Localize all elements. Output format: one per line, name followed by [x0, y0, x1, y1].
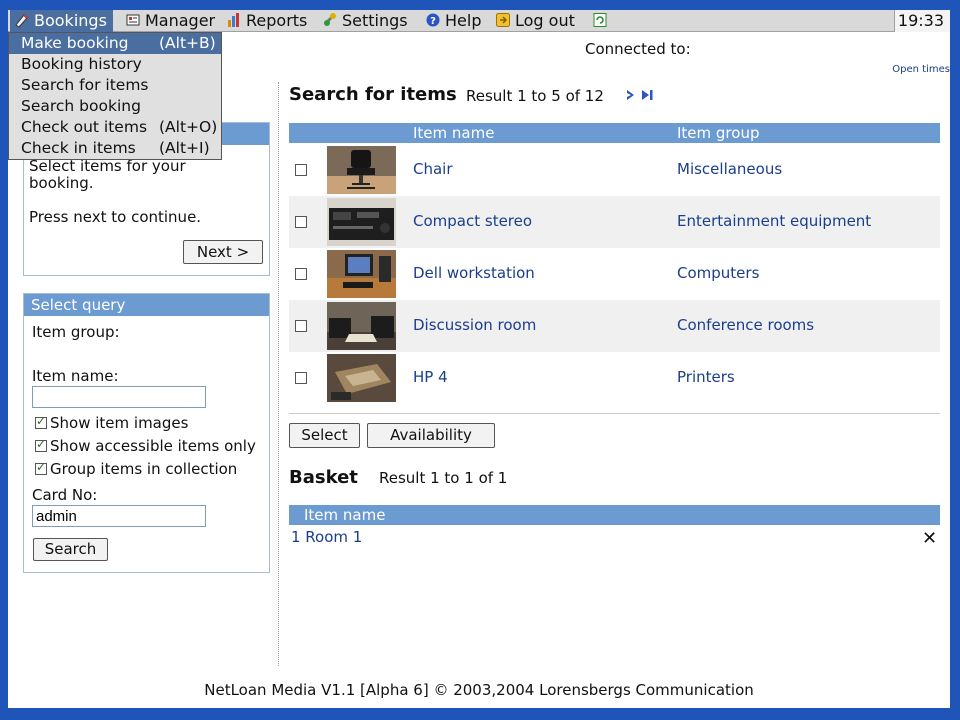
table-row: Dell workstation Computers — [289, 248, 940, 300]
app-window: Bookings Manager Reports Settings ? Help … — [8, 10, 950, 708]
next-page-icon[interactable] — [626, 89, 636, 101]
group-items-checkbox[interactable] — [35, 460, 47, 475]
select-button[interactable]: Select — [289, 423, 360, 448]
reports-icon — [228, 13, 239, 27]
menu-item-booking-history[interactable]: Booking history — [9, 54, 221, 75]
item-name-column-header: Item name — [413, 124, 495, 142]
row-checkbox[interactable] — [295, 268, 307, 280]
availability-button[interactable]: Availability — [367, 423, 495, 448]
item-group-column-header: Item group — [677, 124, 760, 142]
menu-logout[interactable]: Log out — [491, 10, 581, 32]
remove-item-icon[interactable]: ✕ — [922, 528, 937, 549]
table-row: Compact stereo Entertainment equipment — [289, 196, 940, 248]
menu-item-check-out-items[interactable]: Check out items (Alt+O) — [9, 117, 221, 138]
results-count: Result 1 to 5 of 12 — [466, 87, 604, 105]
menu-item-search-booking[interactable]: Search booking — [9, 96, 221, 117]
group-link-computers[interactable]: Computers — [677, 264, 759, 282]
item-link-compact-stereo[interactable]: Compact stereo — [413, 212, 532, 230]
item-link-chair[interactable]: Chair — [413, 160, 453, 178]
item-name-input[interactable] — [32, 386, 206, 408]
open-times-link[interactable]: Open times — [892, 64, 950, 75]
menu-item-make-booking[interactable]: Make booking (Alt+B) — [9, 33, 221, 54]
group-items-option[interactable]: Group items in collection — [35, 460, 237, 478]
column-divider — [278, 82, 279, 666]
workstation-photo — [327, 250, 396, 298]
search-results-title: Search for items — [289, 84, 457, 105]
chair-photo — [327, 146, 396, 194]
search-button[interactable]: Search — [33, 538, 108, 561]
table-row: Discussion room Conference rooms — [289, 300, 940, 352]
next-button[interactable]: Next > — [183, 240, 263, 264]
basket-item-name-column-header: Item name — [304, 506, 386, 524]
menu-bookings[interactable]: Bookings — [10, 10, 113, 32]
card-no-input[interactable] — [32, 505, 206, 527]
row-checkbox[interactable] — [295, 164, 307, 176]
show-item-images-option[interactable]: Show item images — [35, 414, 188, 432]
connected-label: Connected to: — [585, 40, 691, 58]
table-row: Chair Miscellaneous — [289, 144, 940, 196]
menu-reports[interactable]: Reports — [222, 10, 313, 32]
logout-icon — [496, 13, 510, 27]
settings-icon — [323, 13, 336, 26]
stereo-photo — [327, 198, 396, 246]
help-icon: ? — [426, 13, 440, 27]
footer-copyright: NetLoan Media V1.1 [Alpha 6] © 2003,2004… — [204, 681, 754, 699]
results-separator — [289, 413, 940, 414]
instructions-text-3: Press next to continue. — [29, 208, 202, 226]
menu-manager[interactable]: Manager — [121, 10, 221, 32]
show-accessible-only-option[interactable]: Show accessible items only — [35, 437, 256, 455]
printer-photo — [327, 354, 396, 402]
last-page-icon[interactable] — [641, 89, 655, 101]
group-link-entertainment-equipment[interactable]: Entertainment equipment — [677, 212, 871, 230]
room-photo — [327, 302, 396, 350]
show-item-images-checkbox[interactable] — [35, 414, 47, 429]
group-link-printers[interactable]: Printers — [677, 368, 735, 386]
manager-icon — [126, 14, 140, 26]
menu-item-check-in-items[interactable]: Check in items (Alt+I) — [9, 138, 221, 159]
basket-item-link[interactable]: 1 Room 1 — [291, 528, 362, 546]
card-no-label: Card No: — [32, 486, 98, 504]
menu-bar: Bookings Manager Reports Settings ? Help … — [8, 10, 950, 32]
svg-text:?: ? — [430, 16, 436, 27]
item-link-discussion-room[interactable]: Discussion room — [413, 316, 536, 334]
refresh-icon — [593, 13, 607, 27]
refresh-button[interactable] — [588, 10, 618, 32]
basket-title: Basket — [289, 467, 358, 488]
menu-help[interactable]: ? Help — [421, 10, 487, 32]
row-checkbox[interactable] — [295, 320, 307, 332]
group-link-miscellaneous[interactable]: Miscellaneous — [677, 160, 782, 178]
instructions-text-2: booking. — [29, 174, 94, 192]
row-checkbox[interactable] — [295, 216, 307, 228]
clock: 19:33 — [894, 10, 950, 32]
item-name-label: Item name: — [32, 367, 119, 385]
basket-table-header: Item name — [289, 505, 940, 525]
group-link-conference-rooms[interactable]: Conference rooms — [677, 316, 814, 334]
menu-settings[interactable]: Settings — [318, 10, 414, 32]
item-group-label: Item group: — [32, 323, 120, 341]
table-row: HP 4 Printers — [289, 352, 940, 404]
row-checkbox[interactable] — [295, 372, 307, 384]
results-table-header: Item name Item group — [289, 123, 940, 143]
show-accessible-only-checkbox[interactable] — [35, 437, 47, 452]
bookings-dropdown-menu: Make booking (Alt+B) Booking history Sear… — [8, 32, 222, 160]
bookings-icon — [15, 14, 28, 28]
item-link-dell-workstation[interactable]: Dell workstation — [413, 264, 535, 282]
menu-item-search-for-items[interactable]: Search for items — [9, 75, 221, 96]
select-query-title: Select query — [24, 294, 269, 316]
select-query-box: Select query Item group: Item name: Show… — [23, 293, 270, 573]
item-link-hp-4[interactable]: HP 4 — [413, 368, 448, 386]
basket-count: Result 1 to 1 of 1 — [379, 469, 508, 487]
